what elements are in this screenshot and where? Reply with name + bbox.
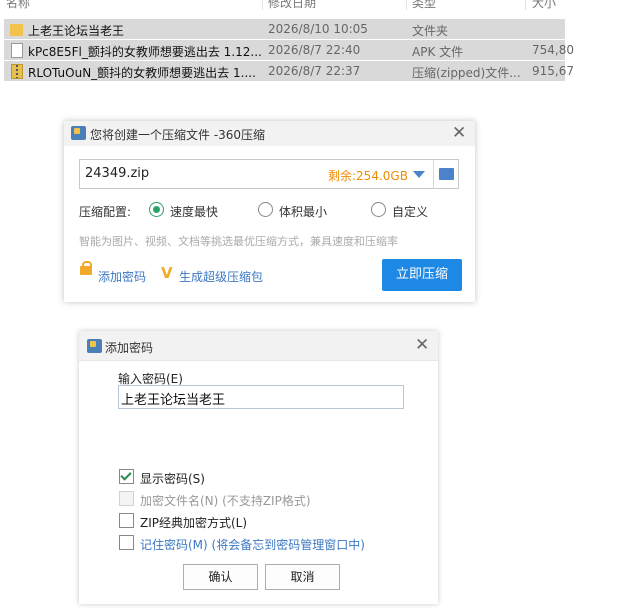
column-size[interactable]: 大小 (532, 0, 556, 10)
password-input[interactable]: 上老王论坛当老王 (118, 385, 404, 409)
super-package-link[interactable]: 生成超级压缩包 (179, 268, 263, 285)
encrypt-filename-label: 加密文件名(N) (不支持ZIP格式) (140, 494, 311, 508)
file-row[interactable]: kPc8E5Fl_颤抖的女教师想要逃出去 1.12... 2026/8/7 22… (4, 40, 574, 60)
radio-fastest[interactable] (149, 202, 164, 217)
file-date: 2026/8/7 22:37 (268, 64, 361, 78)
file-type: 文件夹 (412, 24, 449, 38)
remember-password-checkbox[interactable] (119, 535, 134, 550)
add-password-link[interactable]: 添加密码 (98, 268, 146, 285)
column-separator[interactable] (262, 0, 263, 10)
file-list-header: 名称 修改日期 类型 大小 (0, 0, 565, 10)
radio-custom-label[interactable]: 自定义 (392, 203, 428, 220)
column-separator[interactable] (525, 0, 526, 10)
column-separator[interactable] (406, 0, 407, 10)
file-size: 915,67 (532, 64, 574, 78)
radio-smallest-label[interactable]: 体积最小 (279, 203, 327, 220)
compress-dialog: 您将创建一个压缩文件 -360压缩 ✕ 24349.zip 剩余:254.0GB… (64, 121, 475, 302)
zip-classic-checkbox[interactable] (119, 513, 134, 528)
file-name: RLOTuOuN_颤抖的女教师想要逃出去 1.... (28, 66, 256, 80)
lock-icon[interactable] (80, 261, 92, 275)
file-row[interactable]: RLOTuOuN_颤抖的女教师想要逃出去 1.... 2026/8/7 22:3… (4, 61, 574, 81)
file-date: 2026/8/10 10:05 (268, 22, 368, 36)
archive-filename-field[interactable]: 24349.zip 剩余:254.0GB (79, 159, 459, 189)
archive-app-icon (71, 126, 86, 140)
encrypt-filename-checkbox (119, 491, 134, 506)
folder-icon (10, 24, 23, 36)
browse-folder-icon[interactable] (439, 168, 454, 180)
radio-smallest[interactable] (258, 202, 273, 217)
radio-custom[interactable] (371, 202, 386, 217)
archive-filename[interactable]: 24349.zip (85, 166, 149, 181)
super-package-icon[interactable]: V (161, 264, 173, 282)
file-row[interactable]: 上老王论坛当老王 2026/8/10 10:05 文件夹 (4, 19, 565, 39)
column-type[interactable]: 类型 (412, 0, 436, 10)
divider (433, 160, 434, 188)
file-size: 754,80 (532, 43, 574, 57)
radio-fastest-label[interactable]: 速度最快 (170, 203, 218, 220)
compress-dialog-titlebar[interactable]: 您将创建一个压缩文件 -360压缩 ✕ (64, 121, 475, 146)
file-name: 上老王论坛当老王 (28, 24, 125, 38)
file-type: 压缩(zipped)文件... (412, 66, 521, 80)
file-type: APK 文件 (412, 45, 464, 59)
options-label: 压缩配置: (79, 205, 132, 219)
compress-now-button[interactable]: 立即压缩 (382, 259, 462, 291)
show-password-checkbox[interactable] (119, 469, 134, 484)
close-icon[interactable]: ✕ (452, 125, 466, 142)
document-icon (11, 43, 23, 58)
password-dialog-titlebar[interactable]: 添加密码 ✕ (79, 331, 438, 361)
archive-app-icon (87, 339, 102, 353)
password-dialog: 添加密码 ✕ 输入密码(E) 上老王论坛当老王 显示密码(S) 加密文件名(N)… (79, 331, 438, 604)
compression-hint: 智能为图片、视频、文档等挑选最优压缩方式，兼具速度和压缩率 (79, 235, 398, 248)
close-icon[interactable]: ✕ (415, 337, 429, 354)
column-date[interactable]: 修改日期 (268, 0, 316, 10)
column-name[interactable]: 名称 (6, 0, 30, 10)
password-dialog-title: 添加密码 (105, 341, 154, 355)
show-password-label[interactable]: 显示密码(S) (140, 470, 205, 487)
remember-password-label[interactable]: 记住密码(M) (将会备忘到密码管理窗口中) (140, 536, 365, 553)
chevron-down-icon[interactable] (413, 171, 425, 178)
zip-icon (11, 64, 23, 79)
cancel-button[interactable]: 取消 (265, 564, 340, 590)
compress-dialog-title: 您将创建一个压缩文件 -360压缩 (90, 128, 266, 142)
zip-classic-label[interactable]: ZIP经典加密方式(L) (140, 514, 247, 531)
confirm-button[interactable]: 确认 (183, 564, 258, 590)
remaining-space: 剩余:254.0GB (328, 169, 408, 183)
file-date: 2026/8/7 22:40 (268, 43, 361, 57)
password-value[interactable]: 上老王论坛当老王 (121, 389, 225, 408)
file-name: kPc8E5Fl_颤抖的女教师想要逃出去 1.12... (28, 45, 262, 59)
